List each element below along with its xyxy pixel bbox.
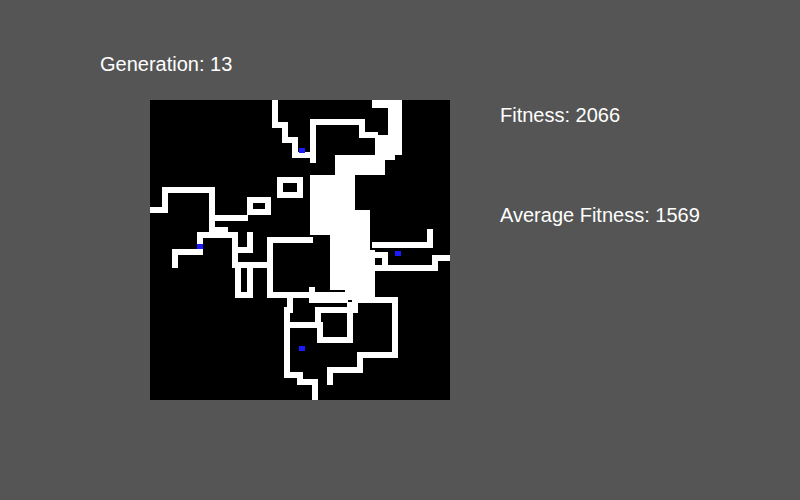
- path-trail: [287, 325, 315, 400]
- path-trail: [175, 235, 310, 265]
- path-trail: [212, 218, 225, 230]
- stat-label: Average Fitness: 1569: [500, 203, 700, 227]
- path-trail: [250, 200, 268, 212]
- path-trail: [270, 265, 290, 310]
- agent-dot: [299, 148, 305, 153]
- stat-label: Fitness: 2066: [500, 103, 700, 127]
- stats-panel: Fitness: 2066 Average Fitness: 1569: [500, 52, 700, 500]
- agent-dot: [395, 251, 401, 256]
- path-trail: [238, 265, 250, 295]
- path-trail: [375, 232, 430, 245]
- path-trail: [280, 180, 300, 195]
- path-trail: [312, 290, 345, 300]
- path-trail: [375, 255, 385, 268]
- path-trail: [275, 100, 310, 155]
- path-trail: [235, 235, 250, 250]
- path-trail: [150, 190, 245, 218]
- path-trail: [313, 122, 375, 160]
- path-drawing: [150, 100, 450, 400]
- path-trail: [320, 305, 350, 340]
- generation-label: Generation: 13: [100, 52, 500, 76]
- app-page: Generation: 13 Fitness: 2066 Average Fitne…: [0, 0, 800, 500]
- simulation-panel: Generation: 13: [100, 52, 500, 500]
- path-trail: [287, 300, 395, 382]
- agent-dot: [299, 346, 305, 351]
- simulation-canvas: [150, 100, 450, 400]
- path-block: [335, 155, 385, 175]
- agent-dot: [197, 244, 203, 249]
